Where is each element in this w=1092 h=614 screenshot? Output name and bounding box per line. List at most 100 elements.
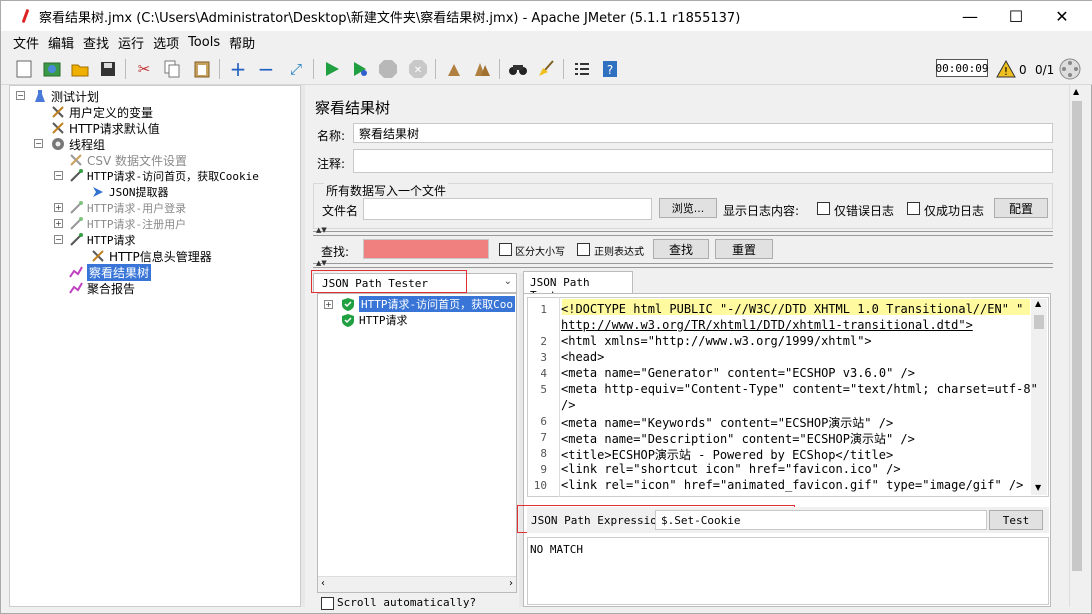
tree-item-view-results[interactable]: 察看结果树	[68, 263, 152, 281]
code-vertical-scrollbar[interactable]: ▲ ▼	[1031, 299, 1047, 495]
clear-all-icon[interactable]	[471, 58, 493, 80]
maximize-button[interactable]: ☐	[993, 1, 1039, 31]
line-number: 5	[540, 383, 547, 396]
function-helper-icon[interactable]	[571, 58, 593, 80]
tree-collapse-toggle[interactable]: −	[54, 171, 63, 180]
gear-icon	[50, 136, 66, 152]
save-icon[interactable]	[97, 58, 119, 80]
tree-item-http-login[interactable]: HTTP请求-用户登录	[68, 200, 186, 216]
minimize-button[interactable]: —	[947, 1, 993, 31]
filename-input[interactable]	[363, 198, 652, 220]
horizontal-scrollbar[interactable]: ‹ ›	[318, 576, 516, 592]
code-line: <link rel="shortcut icon" href="favicon.…	[561, 462, 901, 476]
success-only-checkbox[interactable]	[907, 202, 920, 215]
comment-label: 注释:	[317, 157, 346, 171]
tree-collapse-toggle[interactable]: −	[54, 235, 63, 244]
find-button[interactable]: 查找	[653, 239, 709, 259]
collapse-arrow-icon[interactable]: ▲▼	[316, 226, 327, 234]
pipette-icon	[68, 216, 84, 232]
tree-item-user-vars[interactable]: 用户定义的变量	[50, 104, 153, 120]
close-button[interactable]: ✕	[1039, 1, 1085, 31]
reset-button[interactable]: 重置	[715, 239, 773, 259]
scroll-left-icon[interactable]: ‹	[321, 578, 325, 589]
result-output[interactable]: NO MATCH	[527, 537, 1049, 605]
panel-vertical-scrollbar[interactable]: ▲	[1069, 85, 1083, 607]
tree-expand-toggle[interactable]: +	[324, 300, 333, 309]
menu-tools[interactable]: Tools	[188, 35, 220, 50]
search-input[interactable]	[363, 239, 489, 259]
stop-icon[interactable]	[377, 58, 399, 80]
panel-title: 察看结果树	[315, 99, 391, 117]
menu-file[interactable]: 文件	[13, 33, 39, 52]
shutdown-icon[interactable]: ✕	[407, 58, 429, 80]
sample-results-tree: + HTTP请求-访问首页，获取Coo HTTP请求 ‹ ›	[317, 293, 517, 593]
elapsed-timer: 00:00:09	[936, 59, 989, 77]
help-icon[interactable]: ?	[599, 58, 621, 80]
browse-button[interactable]: 浏览...	[659, 198, 717, 218]
errors-only-checkbox[interactable]	[817, 202, 830, 215]
scroll-up-icon[interactable]: ▲	[1073, 87, 1079, 96]
code-line: <meta name="Keywords" content="ECSHOP演示站…	[561, 416, 894, 430]
scroll-auto-checkbox[interactable]	[321, 597, 334, 610]
pipette-icon	[68, 232, 84, 248]
svg-text:!: !	[1004, 65, 1008, 78]
line-number: 8	[540, 447, 547, 460]
clear-icon[interactable]	[443, 58, 465, 80]
tree-collapse-toggle[interactable]: −	[34, 139, 43, 148]
tree-item-http-home[interactable]: HTTP请求-访问首页，获取Cookie	[68, 168, 259, 184]
menu-search[interactable]: 查找	[83, 33, 109, 52]
tree-item-thread-group[interactable]: 线程组	[50, 136, 105, 152]
sample-item[interactable]: HTTP请求-访问首页，获取Coo	[340, 296, 515, 312]
toggle-icon[interactable]: ⤢	[285, 58, 307, 80]
regex-checkbox[interactable]	[577, 243, 590, 256]
broom-icon[interactable]	[535, 58, 557, 80]
success-shield-icon	[340, 296, 356, 312]
scroll-up-icon[interactable]: ▲	[1035, 299, 1041, 308]
configure-button[interactable]: 配置	[994, 198, 1048, 218]
case-sensitive-checkbox[interactable]	[499, 243, 512, 256]
tab-json-path-tester[interactable]: JSON Path Tester	[523, 271, 633, 302]
open-icon[interactable]	[69, 58, 91, 80]
comment-field[interactable]	[353, 149, 1053, 173]
name-field[interactable]: 察看结果树	[353, 123, 1053, 143]
menu-help[interactable]: 帮助	[229, 33, 255, 52]
tree-item-header-manager[interactable]: HTTP信息头管理器	[90, 248, 212, 264]
tree-item-http-register[interactable]: HTTP请求-注册用户	[68, 216, 186, 232]
tree-item-json-extractor[interactable]: JSON提取器	[90, 184, 169, 200]
scroll-right-icon[interactable]: ›	[509, 578, 513, 589]
test-button[interactable]: Test	[989, 510, 1043, 530]
success-only-label: 仅成功日志	[924, 204, 985, 218]
chevron-down-icon: ⌄	[503, 276, 512, 287]
active-threads: 0/1	[1035, 63, 1055, 77]
binoculars-icon[interactable]	[507, 58, 529, 80]
tree-item-http-request[interactable]: HTTP请求	[68, 232, 136, 248]
scroll-down-icon[interactable]: ▼	[1035, 483, 1041, 492]
paste-icon[interactable]	[191, 58, 213, 80]
menu-run[interactable]: 运行	[118, 33, 144, 52]
menu-edit[interactable]: 编辑	[48, 33, 74, 52]
copy-icon[interactable]	[161, 58, 183, 80]
sample-item[interactable]: HTTP请求	[340, 312, 408, 328]
expression-input[interactable]: $.Set-Cookie	[655, 510, 987, 530]
tree-item-test-plan[interactable]: 测试计划	[32, 88, 99, 104]
code-line: <html xmlns="http://www.w3.org/1999/xhtm…	[561, 334, 872, 348]
menu-options[interactable]: 选项	[153, 33, 179, 52]
new-icon[interactable]	[13, 58, 35, 80]
menu-bar: 文件 编辑 查找 运行 选项 Tools 帮助	[1, 31, 1092, 53]
warning-icon[interactable]: !	[995, 58, 1017, 80]
tree-item-http-defaults[interactable]: HTTP请求默认值	[50, 120, 160, 136]
tree-collapse-toggle[interactable]: −	[16, 91, 25, 100]
start-no-pauses-icon[interactable]	[349, 58, 371, 80]
templates-icon[interactable]	[41, 58, 63, 80]
tree-item-aggregate-report[interactable]: 聚合报告	[68, 280, 135, 296]
expression-label: JSON Path Expression	[531, 514, 664, 527]
expand-all-icon[interactable]: +	[227, 57, 249, 81]
cut-icon[interactable]: ✂	[133, 58, 155, 80]
tree-expand-toggle[interactable]: +	[54, 203, 63, 212]
collapse-all-icon[interactable]: −	[255, 57, 277, 81]
collapse-arrow-icon[interactable]: ▲▼	[316, 259, 327, 267]
start-icon[interactable]	[321, 58, 343, 80]
tree-item-csv[interactable]: CSV 数据文件设置	[68, 152, 187, 168]
highlight-renderer	[311, 270, 467, 293]
tree-expand-toggle[interactable]: +	[54, 219, 63, 228]
